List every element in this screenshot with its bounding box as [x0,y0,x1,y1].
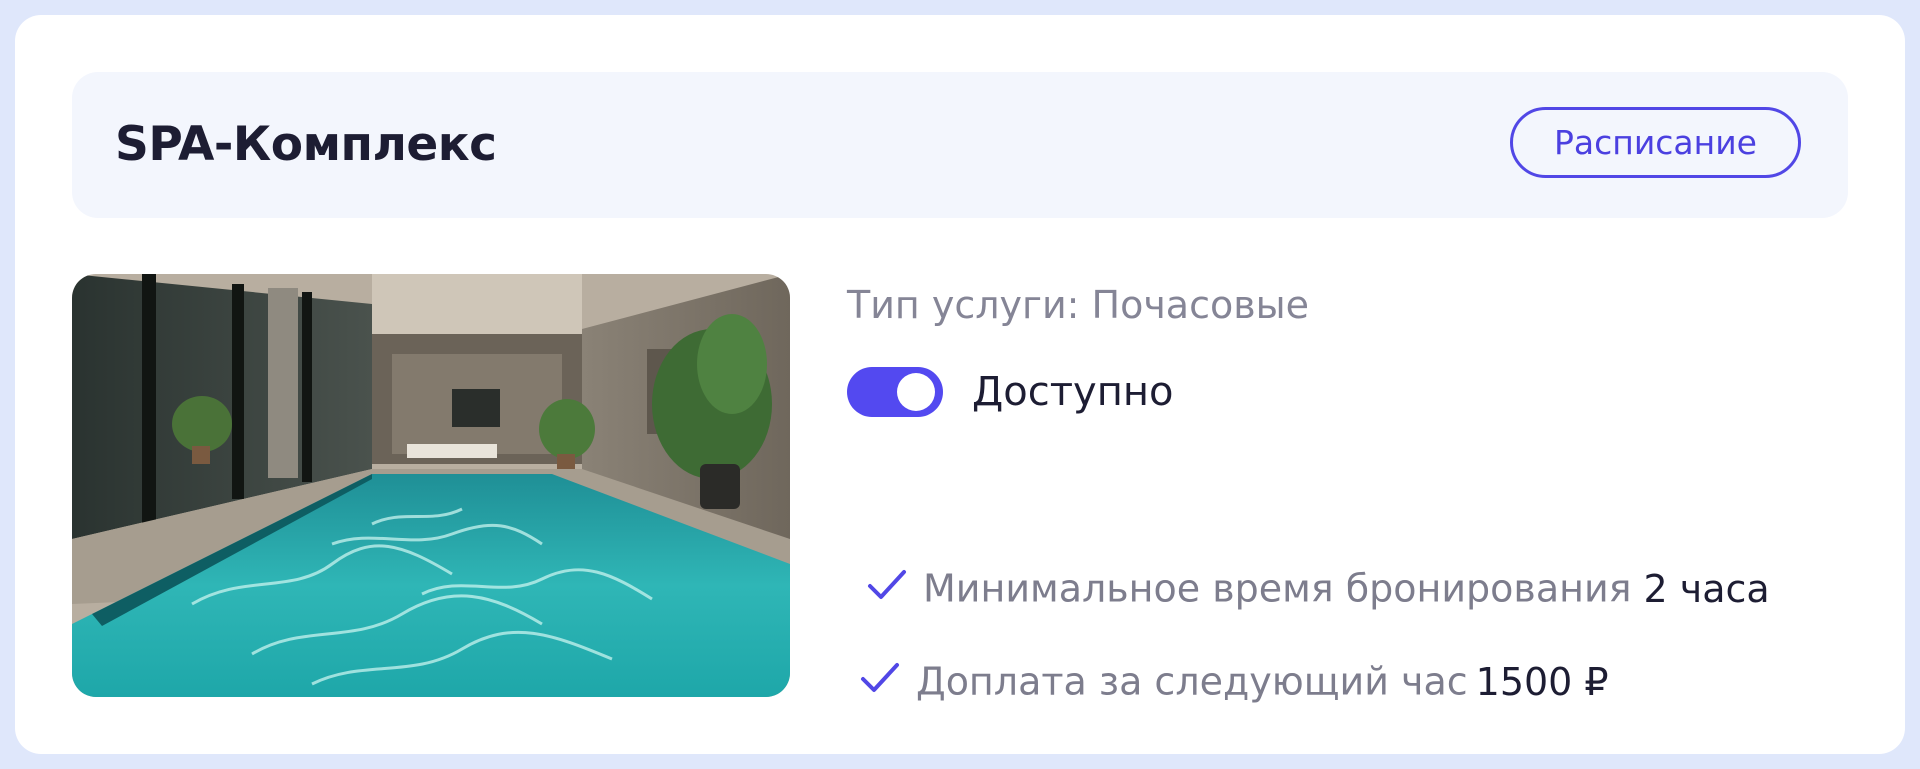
card-header: SPA-Комплекс Расписание [72,72,1848,218]
availability-toggle[interactable] [847,367,943,417]
spa-card: SPA-Комплекс Расписание Тип услуги: Поча… [15,15,1905,754]
pool-photo [72,274,790,697]
feature-value: 2 часа [1643,566,1770,611]
feature-label: Доплата за следующий час [916,659,1468,704]
feature-label: Минимальное время бронирования [923,566,1632,611]
page-title: SPA-Комплекс [115,117,497,172]
toggle-knob [897,373,935,411]
feature-min-booking: Минимальное время бронирования 2 часа [867,564,1770,611]
service-type: Тип услуги: Почасовые [847,283,1310,327]
feature-extra-hour: Доплата за следующий час 1500 ₽ [860,657,1609,704]
availability-label: Доступно [972,369,1174,415]
schedule-button[interactable]: Расписание [1510,107,1801,178]
check-icon [860,660,900,704]
feature-value: 1500 ₽ [1475,659,1609,704]
check-icon [867,567,907,611]
